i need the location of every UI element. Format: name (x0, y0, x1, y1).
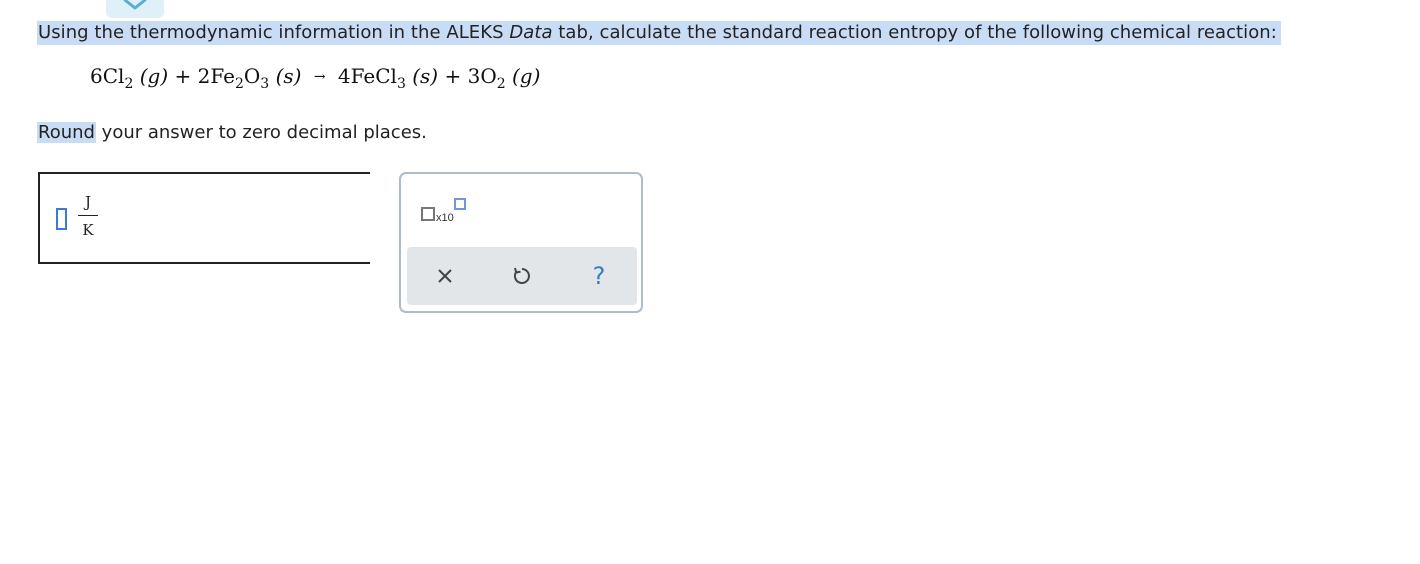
undo-button[interactable] (507, 261, 537, 291)
unit-denominator: K (82, 221, 94, 239)
clear-icon (438, 269, 452, 283)
reactant-2-phase: (s) (275, 64, 302, 88)
reactant-1-subscript: 2 (124, 76, 134, 92)
product-2-subscript: 2 (496, 76, 506, 92)
help-button[interactable]: ? (584, 261, 614, 291)
unit-numerator: J (84, 193, 91, 211)
prompt-text-start: Using the thermodynamic information in t… (38, 22, 510, 43)
reactant-1-phase: (g) (139, 64, 169, 88)
data-tab-reference: Data (509, 22, 553, 43)
fraction-bar (78, 215, 98, 216)
exponent-box-icon (454, 198, 466, 210)
math-tool-panel: x10 ? (399, 172, 643, 313)
answer-input[interactable] (56, 208, 67, 230)
product-2-phase: (g) (512, 64, 541, 88)
rounding-text: your answer to zero decimal places. (95, 122, 427, 143)
reactant-1: 6Cl (90, 64, 125, 88)
unit-fraction: J K (78, 193, 98, 239)
scientific-notation-button[interactable]: x10 (421, 196, 471, 230)
scientific-notation-icon (421, 207, 435, 221)
product-1-phase: (s) (412, 64, 439, 88)
plus-sign: + (174, 64, 192, 88)
plus-sign: + (444, 64, 462, 88)
chemical-equation: 6Cl2 (g) + 2Fe2O3 (s) → 4FeCl3 (s) + 3O2… (90, 64, 541, 91)
answer-area: J K (38, 172, 370, 264)
prompt-text-end: tab, calculate the standard reaction ent… (552, 22, 1277, 43)
clear-button[interactable] (430, 261, 460, 291)
rounding-instruction: Round your answer to zero decimal places… (37, 121, 427, 145)
product-1-subscript: 3 (396, 76, 406, 92)
chevron-down-icon (123, 0, 147, 10)
reactant-2-oxygen: O (243, 64, 261, 88)
rounding-highlight: Round (37, 122, 96, 143)
x10-label: x10 (436, 212, 454, 224)
help-icon: ? (592, 262, 606, 290)
undo-icon (513, 267, 530, 284)
reactant-2-subscript-2: 3 (260, 76, 270, 92)
reaction-arrow-icon: → (313, 69, 326, 85)
reactant-2-subscript-1: 2 (234, 76, 244, 92)
question-prompt: Using the thermodynamic information in t… (37, 21, 1281, 45)
product-2: 3O (467, 64, 497, 88)
action-bar: ? (407, 247, 637, 305)
product-1: 4FeCl (337, 64, 397, 88)
reactant-2: 2Fe (197, 64, 235, 88)
collapse-tab[interactable] (106, 0, 164, 18)
